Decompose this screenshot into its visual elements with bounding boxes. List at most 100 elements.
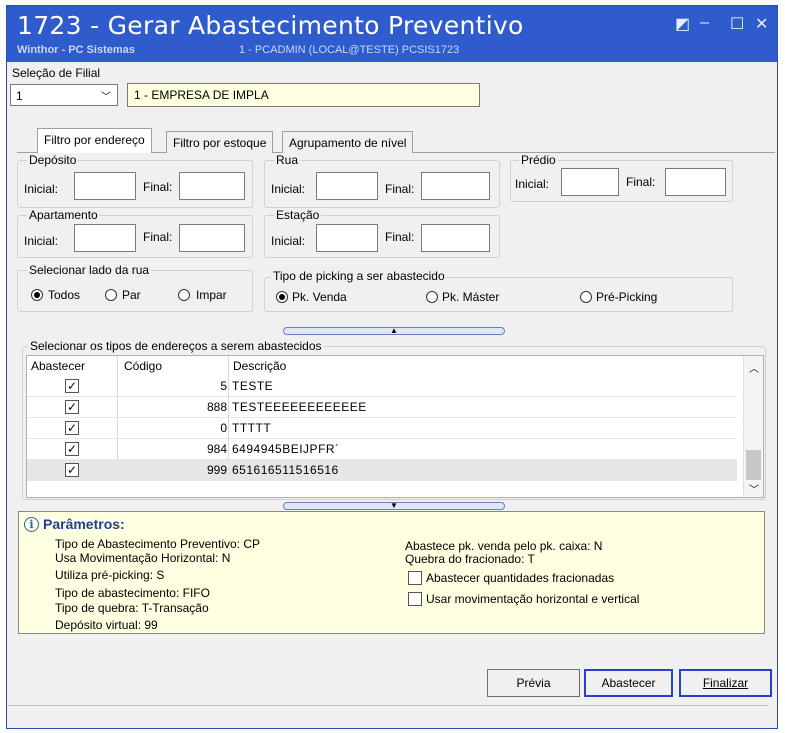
table-row-selected[interactable]: ✓ 999 651616511516516 xyxy=(27,460,737,481)
cell-descricao: 651616511516516 xyxy=(232,463,339,477)
radio-pre-picking[interactable] xyxy=(580,291,592,303)
table-row[interactable]: ✓ 984 6494945BEIJPFR´ xyxy=(27,439,737,460)
filial-code-select[interactable]: 1 ﹀ xyxy=(10,84,118,106)
abastecer-fracionadas-checkbox[interactable] xyxy=(408,571,422,585)
column-abastecer[interactable]: Abastecer xyxy=(31,359,85,373)
vertical-scrollbar[interactable]: ︿ ﹀ xyxy=(743,356,763,497)
predio-inicial-label: Inicial: xyxy=(515,177,550,191)
deposito-label: Depósito xyxy=(27,153,79,167)
previa-button[interactable]: Prévia xyxy=(487,669,580,697)
table-header: Abastecer Código Descrição xyxy=(27,356,737,376)
apartamento-final-input[interactable] xyxy=(179,224,245,252)
radio-impar-label: Impar xyxy=(196,288,227,302)
radio-pk-venda-label: Pk. Venda xyxy=(292,290,347,304)
tab-filtro-estoque[interactable]: Filtro por estoque xyxy=(166,131,274,153)
estacao-final-input[interactable] xyxy=(421,224,490,252)
param-tipo-abastecimento-preventivo: Tipo de Abastecimento Preventivo: CP xyxy=(55,537,260,551)
app-name: Winthor - PC Sistemas xyxy=(17,44,135,56)
collapse-down-icon[interactable]: ▼ xyxy=(283,502,505,510)
enderecos-table: Abastecer Código Descrição ✓ 5 TESTE ✓ 8… xyxy=(26,355,764,498)
cell-codigo: 0 xyxy=(220,421,227,435)
deposito-final-input[interactable] xyxy=(179,172,245,200)
estacao-inicial-label: Inicial: xyxy=(271,234,306,248)
row-checkbox[interactable]: ✓ xyxy=(65,421,79,435)
radio-pk-master[interactable] xyxy=(426,291,438,303)
rua-final-input[interactable] xyxy=(421,172,490,200)
predio-inicial-input[interactable] xyxy=(561,168,619,196)
status-bar xyxy=(8,705,768,721)
cell-codigo: 5 xyxy=(220,379,227,393)
restore-icon[interactable]: ◩ xyxy=(675,14,690,34)
tab-agrupamento-nivel[interactable]: Agrupamento de nível xyxy=(282,131,414,153)
row-checkbox[interactable]: ✓ xyxy=(65,379,79,393)
tab-filtro-endereco[interactable]: Filtro por endereço xyxy=(37,128,152,153)
abastecer-fracionadas-label: Abastecer quantidades fracionadas xyxy=(426,571,615,585)
estacao-inicial-input[interactable] xyxy=(316,224,378,252)
scroll-down-icon[interactable]: ﹀ xyxy=(749,481,759,496)
minimize-icon[interactable]: – xyxy=(700,14,709,32)
apartamento-inicial-input[interactable] xyxy=(74,224,136,252)
mov-horizontal-vertical-label: Usar movimentação horizontal e vertical xyxy=(426,592,640,606)
cell-descricao: 6494945BEIJPFR´ xyxy=(232,442,340,456)
cell-codigo: 888 xyxy=(206,400,227,414)
table-row[interactable]: ✓ 0 TTTTT xyxy=(27,418,737,439)
finalizar-button[interactable]: Finalizar xyxy=(679,669,772,697)
row-checkbox[interactable]: ✓ xyxy=(65,463,79,477)
cell-codigo: 984 xyxy=(206,442,227,456)
scroll-thumb[interactable] xyxy=(746,450,761,480)
window-title: 1723 - Gerar Abastecimento Preventivo xyxy=(17,11,524,40)
radio-pk-venda[interactable] xyxy=(276,291,288,303)
cell-descricao: TESTEEEEEEEEEEEE xyxy=(232,400,367,414)
row-checkbox[interactable]: ✓ xyxy=(65,442,79,456)
predio-final-input[interactable] xyxy=(665,168,726,196)
cell-descricao: TTTTT xyxy=(232,421,272,435)
parametros-panel: i Parâmetros: Tipo de Abastecimento Prev… xyxy=(18,511,765,634)
maximize-icon[interactable]: ☐ xyxy=(730,14,744,34)
rua-final-label: Final: xyxy=(385,182,415,196)
mov-horizontal-vertical-checkbox[interactable] xyxy=(408,592,422,606)
deposito-final-label: Final: xyxy=(143,180,173,194)
column-codigo[interactable]: Código xyxy=(124,359,162,373)
deposito-inicial-input[interactable] xyxy=(74,172,136,200)
param-abastece-pk-caixa: Abastece pk. venda pelo pk. caixa: N xyxy=(405,539,603,553)
column-descricao[interactable]: Descrição xyxy=(233,359,286,373)
estacao-label: Estação xyxy=(274,208,322,222)
close-icon[interactable]: ✕ xyxy=(755,14,768,34)
param-quebra-fracionado: Quebra do fracionado: T xyxy=(405,552,535,566)
apartamento-final-label: Final: xyxy=(143,230,173,244)
enderecos-title: Selecionar os tipos de endereços a serem… xyxy=(28,339,324,353)
chevron-down-icon[interactable]: ﹀ xyxy=(101,88,111,103)
table-row[interactable]: ✓ 5 TESTE xyxy=(27,376,737,397)
predio-label: Prédio xyxy=(519,153,558,167)
filial-code-value: 1 xyxy=(16,89,23,103)
scroll-up-icon[interactable]: ︿ xyxy=(749,360,759,375)
picking-title: Tipo de picking a ser abastecido xyxy=(271,269,447,283)
radio-todos[interactable] xyxy=(31,289,43,301)
cell-codigo: 999 xyxy=(206,463,227,477)
radio-par[interactable] xyxy=(105,289,117,301)
rua-label: Rua xyxy=(274,153,301,167)
rua-inicial-input[interactable] xyxy=(316,172,378,200)
predio-final-label: Final: xyxy=(626,175,656,189)
abastecer-button[interactable]: Abastecer xyxy=(584,669,673,697)
apartamento-inicial-label: Inicial: xyxy=(24,234,59,248)
estacao-final-label: Final: xyxy=(385,230,415,244)
row-checkbox[interactable]: ✓ xyxy=(65,400,79,414)
session-info: 1 - PCADMIN (LOCAL@TESTE) PCSIS1723 xyxy=(239,44,460,56)
info-icon: i xyxy=(24,517,39,532)
param-tipo-abastecimento: Tipo de abastecimento: FIFO xyxy=(55,586,210,600)
table-row[interactable]: ✓ 888 TESTEEEEEEEEEEEE xyxy=(27,397,737,418)
param-pre-picking: Utiliza pré-picking: S xyxy=(55,568,165,582)
parametros-title: Parâmetros: xyxy=(43,516,125,532)
rua-inicial-label: Inicial: xyxy=(271,182,306,196)
filial-group-label: Seleção de Filial xyxy=(12,66,101,80)
radio-par-label: Par xyxy=(122,288,141,302)
filial-name-field: 1 - EMPRESA DE IMPLA xyxy=(127,83,480,107)
apartamento-label: Apartamento xyxy=(27,208,100,222)
title-bar: 1723 - Gerar Abastecimento Preventivo Wi… xyxy=(7,6,777,62)
param-deposito-virtual: Depósito virtual: 99 xyxy=(55,618,158,632)
radio-impar[interactable] xyxy=(178,289,190,301)
collapse-up-icon[interactable]: ▲ xyxy=(283,327,505,335)
deposito-inicial-label: Inicial: xyxy=(24,182,59,196)
radio-todos-label: Todos xyxy=(48,288,81,302)
